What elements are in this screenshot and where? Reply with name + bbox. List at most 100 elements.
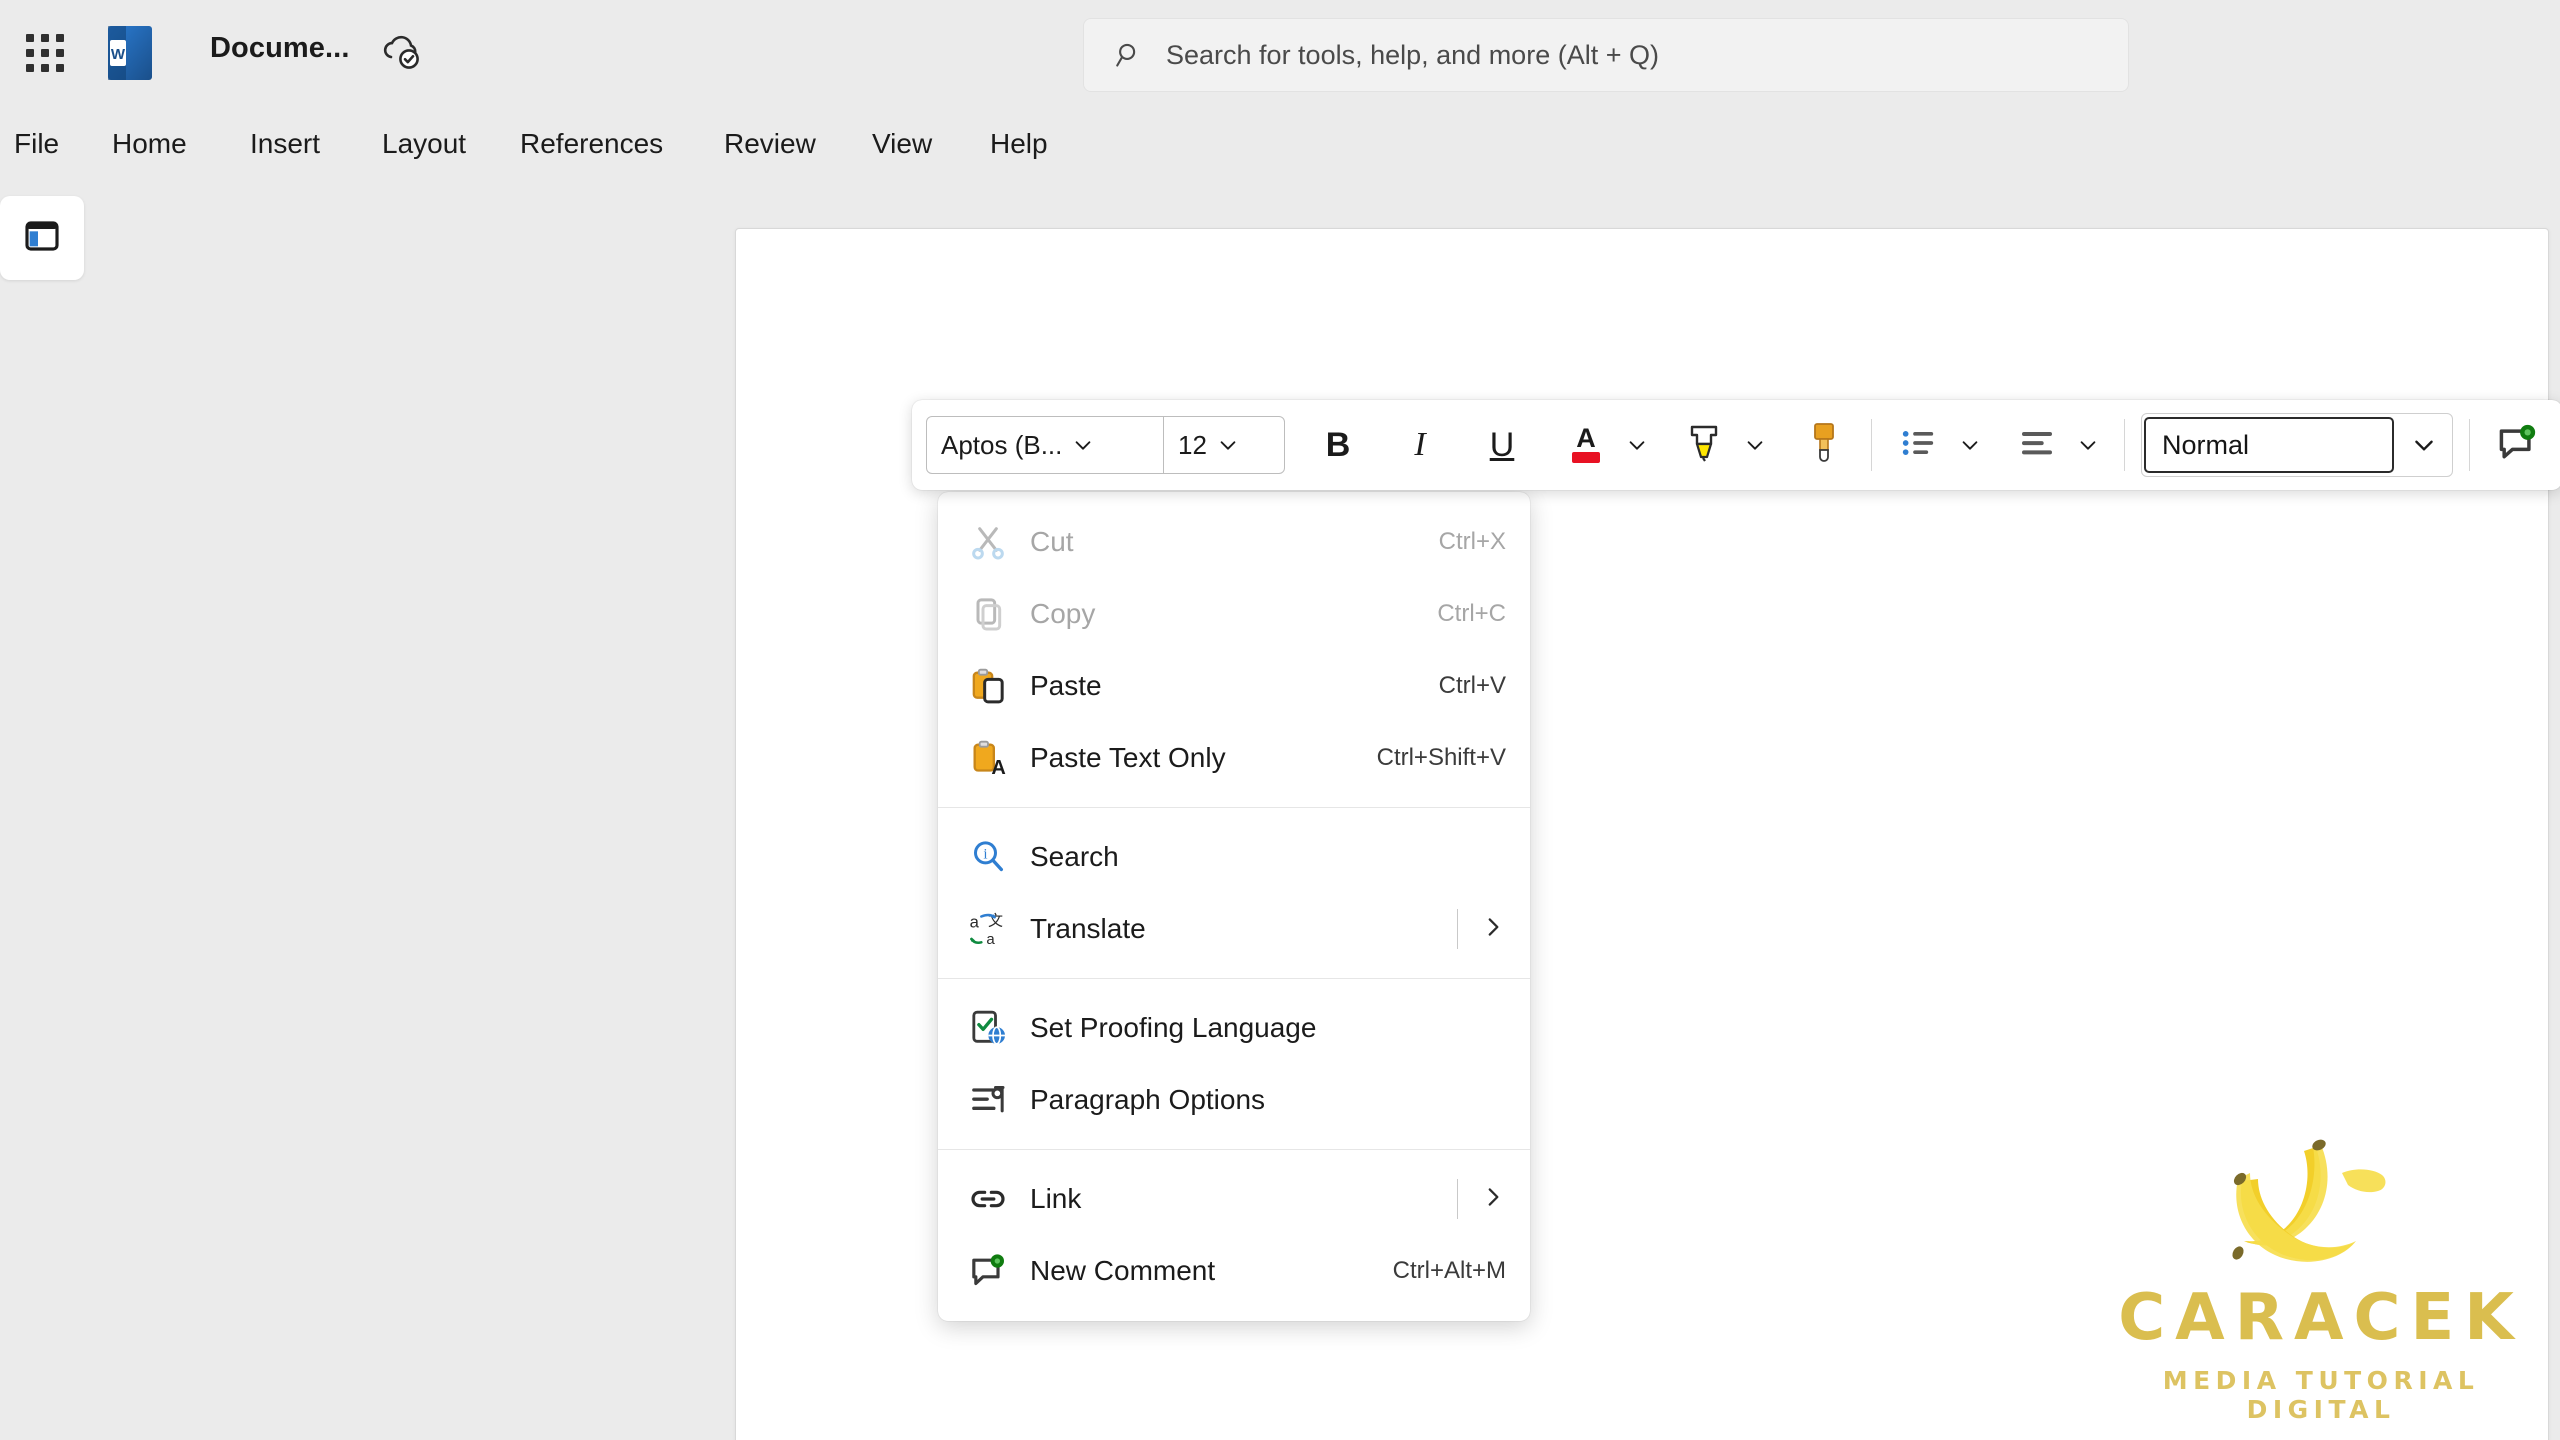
watermark-logo: CARACEK MEDIA TUTORIAL DIGITAL <box>2106 1131 2536 1431</box>
svg-text:A: A <box>1576 423 1596 453</box>
search-input[interactable]: Search for tools, help, and more (Alt + … <box>1083 18 2129 92</box>
menu-item-label: Paste <box>1030 670 1419 702</box>
bold-label: B <box>1326 426 1351 465</box>
new-comment-icon <box>2495 421 2539 470</box>
menu-item-paste-text-only[interactable]: A Paste Text Only Ctrl+Shift+V <box>938 722 1530 794</box>
title-bar: W Docume... Search for tools, help, and … <box>0 0 2560 108</box>
menu-item-label: Paste Text Only <box>1030 742 1357 774</box>
submenu-divider <box>1457 909 1458 949</box>
bullets-button[interactable] <box>1888 414 1950 476</box>
ribbon-tab-layout[interactable]: Layout <box>382 122 466 166</box>
ribbon-tab-bar: File Home Insert Layout References Review View… <box>0 108 2560 180</box>
watermark-tagline: MEDIA TUTORIAL DIGITAL <box>2106 1366 2536 1424</box>
ribbon-tab-review[interactable]: Review <box>724 122 816 166</box>
submenu-indicator[interactable] <box>1457 909 1506 949</box>
paragraph-style-input[interactable]: Normal <box>2144 417 2394 473</box>
proofing-language-icon <box>966 1006 1010 1050</box>
menu-item-label: Paragraph Options <box>1030 1084 1506 1116</box>
menu-item-new-comment[interactable]: New Comment Ctrl+Alt+M <box>938 1235 1530 1307</box>
menu-item-paragraph-options[interactable]: Paragraph Options <box>938 1064 1530 1136</box>
format-painter-button[interactable] <box>1793 414 1855 476</box>
menu-separator <box>938 1149 1530 1150</box>
menu-item-label: Set Proofing Language <box>1030 1012 1506 1044</box>
highlight-color-dropdown[interactable] <box>1735 414 1775 476</box>
font-color-dropdown[interactable] <box>1617 414 1657 476</box>
underline-button[interactable]: U <box>1471 414 1533 476</box>
app-launcher-icon <box>26 34 64 72</box>
italic-button[interactable]: I <box>1389 414 1451 476</box>
new-comment-button[interactable] <box>2486 414 2548 476</box>
submenu-divider <box>1457 1179 1458 1219</box>
font-and-size-combo: Aptos (B... 12 <box>926 416 1285 474</box>
paste-text-icon: A <box>966 736 1010 780</box>
font-size-value: 12 <box>1178 430 1207 461</box>
align-dropdown[interactable] <box>2068 414 2108 476</box>
menu-item-label: Copy <box>1030 598 1417 630</box>
menu-item-shortcut: Ctrl+V <box>1439 672 1506 700</box>
bulleted-list-icon <box>1899 423 1939 468</box>
menu-item-translate[interactable]: a文aTranslate <box>938 893 1530 965</box>
align-left-icon <box>2017 423 2057 468</box>
bananas-logo-icon <box>2106 1131 2536 1291</box>
ribbon-tab-insert[interactable]: Insert <box>250 122 320 166</box>
word-app-icon: W <box>106 24 154 82</box>
menu-item-shortcut: Ctrl+Shift+V <box>1377 744 1506 772</box>
align-button[interactable] <box>2006 414 2068 476</box>
paragraph-style-dropdown[interactable] <box>2396 414 2452 476</box>
highlight-color-button[interactable] <box>1673 414 1735 476</box>
menu-item-shortcut: Ctrl+Alt+M <box>1393 1257 1506 1285</box>
ribbon-tab-help[interactable]: Help <box>990 122 1048 166</box>
ribbon-tab-file[interactable]: File <box>14 122 59 166</box>
document-title[interactable]: Docume... <box>210 32 350 65</box>
toolbar-separator <box>1871 419 1872 471</box>
svg-text:a: a <box>986 931 995 948</box>
font-name-dropdown[interactable]: Aptos (B... <box>927 417 1163 473</box>
menu-item-label: Search <box>1030 841 1506 873</box>
new-comment-icon <box>966 1249 1010 1293</box>
menu-item-set-proofing-language[interactable]: Set Proofing Language <box>938 992 1530 1064</box>
menu-item-label: Cut <box>1030 526 1419 558</box>
cloud-saved-icon[interactable] <box>378 28 426 76</box>
paste-icon <box>966 664 1010 708</box>
svg-text:A: A <box>991 757 1005 778</box>
ribbon-tab-view[interactable]: View <box>872 122 932 166</box>
menu-item-link[interactable]: Link <box>938 1163 1530 1235</box>
chevron-right-icon <box>1480 914 1506 945</box>
context-menu: Cut Ctrl+X CopyCtrl+C Paste Ctrl+V A Paste Tex… <box>938 492 1530 1321</box>
floating-format-toolbar: Aptos (B... 12 B I U <box>912 400 2560 490</box>
svg-text:a: a <box>970 912 980 931</box>
font-color-icon: A <box>1566 420 1606 471</box>
svg-text:i: i <box>983 847 987 863</box>
menu-item-label: New Comment <box>1030 1255 1373 1287</box>
italic-label: I <box>1414 426 1425 464</box>
svg-text:W: W <box>111 46 126 63</box>
highlighter-icon <box>1683 420 1725 471</box>
watermark-brand: CARACEK <box>2106 1281 2536 1355</box>
chevron-down-icon <box>1217 434 1239 456</box>
navigation-pane-toggle-button[interactable] <box>0 196 84 280</box>
left-rail <box>0 196 84 286</box>
translate-icon: a文a <box>966 907 1010 951</box>
ribbon-tab-home[interactable]: Home <box>112 122 187 166</box>
underline-label: U <box>1490 426 1515 465</box>
menu-item-search[interactable]: i Search <box>938 821 1530 893</box>
submenu-indicator[interactable] <box>1457 1179 1506 1219</box>
menu-separator <box>938 978 1530 979</box>
font-color-button[interactable]: A <box>1555 414 1617 476</box>
menu-separator <box>938 807 1530 808</box>
ribbon-tab-references[interactable]: References <box>520 122 663 166</box>
paragraph-options-icon <box>966 1078 1010 1122</box>
search-placeholder-text: Search for tools, help, and more (Alt + … <box>1166 40 1659 71</box>
app-launcher-button[interactable] <box>14 22 76 84</box>
copy-icon <box>966 592 1010 636</box>
bold-button[interactable]: B <box>1307 414 1369 476</box>
scissors-icon <box>966 520 1010 564</box>
menu-item-paste[interactable]: Paste Ctrl+V <box>938 650 1530 722</box>
chevron-down-icon <box>1072 434 1094 456</box>
bullets-dropdown[interactable] <box>1950 414 1990 476</box>
paragraph-style-value: Normal <box>2162 430 2249 461</box>
link-icon <box>966 1177 1010 1221</box>
menu-item-copy: CopyCtrl+C <box>938 578 1530 650</box>
menu-item-shortcut: Ctrl+X <box>1439 528 1506 556</box>
font-size-dropdown[interactable]: 12 <box>1164 417 1284 473</box>
